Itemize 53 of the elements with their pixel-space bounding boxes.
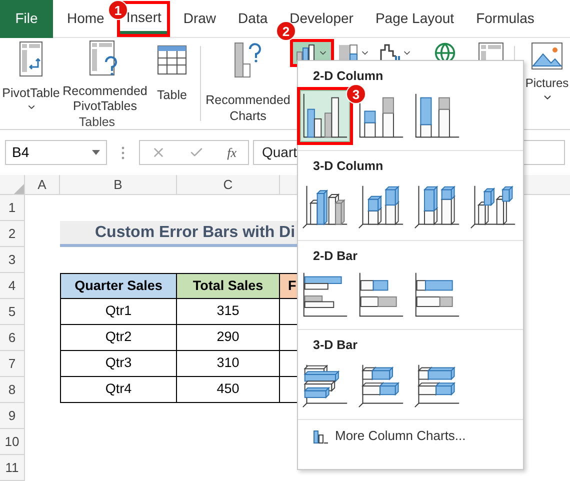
row-header[interactable]: 7 <box>0 351 25 377</box>
pivot-table-icon <box>19 40 43 77</box>
chart-type-option[interactable] <box>300 90 350 142</box>
group-label: Tables <box>78 114 116 131</box>
more-charts-link[interactable]: More Column Charts... <box>298 426 523 446</box>
step-badge: 1 <box>108 0 128 20</box>
table-cell: Qtr4 <box>60 377 177 403</box>
row-header[interactable]: 2 <box>0 221 25 247</box>
pictures-button[interactable]: Pictures <box>525 38 569 129</box>
table-cell: 450 <box>177 377 280 403</box>
table-icon <box>157 45 187 75</box>
row-header[interactable]: 3 <box>0 247 25 273</box>
row-header[interactable]: 11 <box>0 455 25 481</box>
ribbon-tab[interactable]: Draw <box>183 4 216 34</box>
ribbon-button[interactable]: Recommended PivotTables <box>62 40 148 112</box>
row-header[interactable]: 8 <box>0 377 25 403</box>
row-header[interactable]: 1 <box>0 195 25 221</box>
row-header[interactable]: 6 <box>0 325 25 351</box>
table-cell: Qtr3 <box>60 351 177 377</box>
table-cell: Qtr1 <box>60 299 177 325</box>
ribbon-tab[interactable]: Home <box>67 4 104 34</box>
row-header[interactable]: 4 <box>0 273 25 299</box>
column-header[interactable]: C <box>177 175 280 194</box>
waterfall-chart-icon <box>380 44 400 62</box>
table-header-cell: Quarter Sales <box>60 273 177 299</box>
section-heading: 2-D Column <box>313 68 384 85</box>
picture-icon <box>531 42 563 70</box>
chart-help-icon <box>233 40 263 80</box>
column-header[interactable]: A <box>25 175 60 194</box>
table-cell: 310 <box>177 351 280 377</box>
row-header[interactable]: 10 <box>0 429 25 455</box>
dropdown-icon <box>92 150 100 155</box>
table-cell: Qtr2 <box>60 325 177 351</box>
section-heading: 2-D Bar <box>313 248 358 264</box>
ribbon-button[interactable]: Recommended Charts <box>205 38 291 129</box>
row-header[interactable]: 9 <box>0 403 25 429</box>
row-header[interactable]: 5 <box>0 299 25 325</box>
table-cell: 290 <box>177 325 280 351</box>
ribbon-tab[interactable]: Data <box>238 4 268 34</box>
table-cell: 315 <box>177 299 280 325</box>
drag-handle-icon[interactable] <box>121 146 125 160</box>
column-header[interactable]: B <box>60 175 177 194</box>
ribbon-button[interactable]: Table <box>148 40 196 112</box>
ribbon-button[interactable]: PivotTable <box>0 40 62 112</box>
ribbon-tab[interactable]: Page Layout <box>375 4 454 34</box>
file-tab[interactable]: File <box>0 0 53 38</box>
ribbon-tab[interactable]: Formulas <box>476 4 534 34</box>
insert-function-button[interactable]: fx <box>227 142 237 162</box>
section-heading: 3-D Bar <box>313 337 358 354</box>
table-header-cell: Total Sales <box>177 273 280 299</box>
column-chart-icon <box>313 428 329 444</box>
name-box[interactable]: B4 <box>5 140 107 165</box>
section-heading: 3-D Column <box>313 158 384 175</box>
